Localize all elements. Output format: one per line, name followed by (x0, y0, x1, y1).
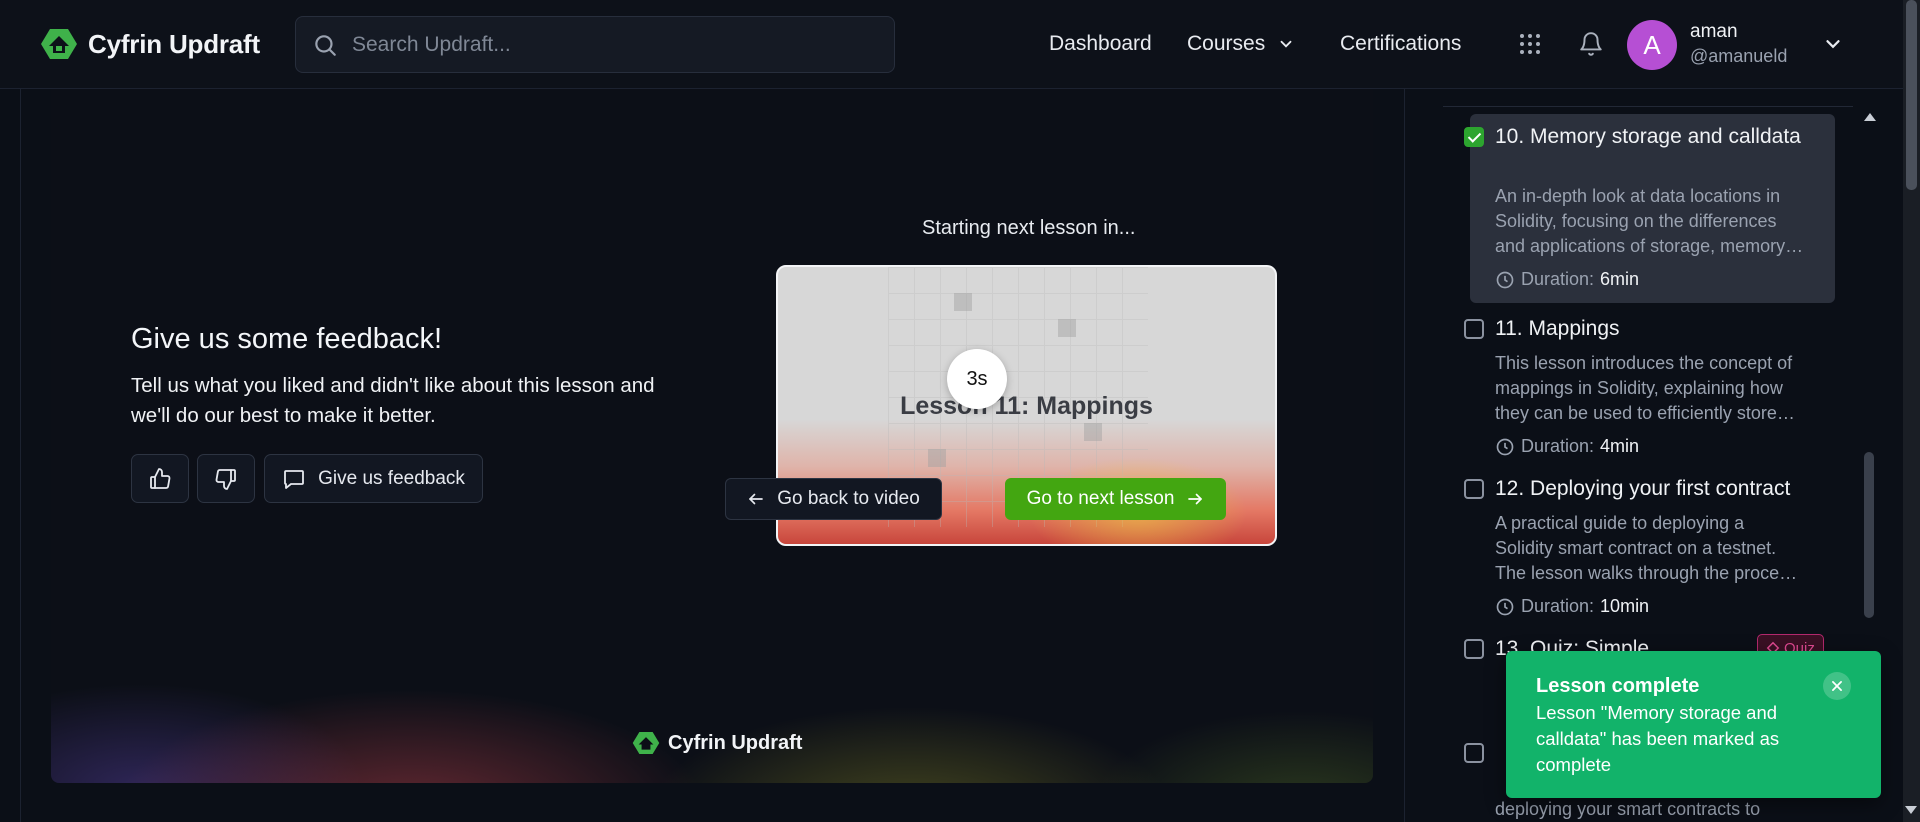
lesson-complete-checkbox[interactable] (1464, 743, 1484, 763)
scroll-down-arrow-icon[interactable] (1905, 806, 1917, 814)
duration-label: Duration: (1521, 596, 1595, 616)
panel-brand-logo: Cyfrin Updraft (632, 730, 802, 756)
go-back-to-video-button[interactable]: Go back to video (725, 478, 942, 520)
toast-close-button[interactable] (1823, 672, 1851, 700)
lesson-description: A practical guide to deploying a Solidit… (1495, 513, 1798, 583)
close-icon (1832, 681, 1842, 691)
user-handle: @amanueld (1690, 46, 1788, 66)
give-feedback-label: Give us feedback (318, 467, 465, 489)
user-avatar[interactable]: A (1627, 20, 1677, 70)
sidebar-divider (1443, 106, 1853, 107)
lesson-complete-toast: Lesson complete Lesson "Memory storage a… (1506, 651, 1881, 798)
cyfrin-logo-icon (41, 29, 77, 59)
apps-grid-icon[interactable] (1518, 32, 1542, 56)
app-logo[interactable]: Cyfrin Updraft (40, 26, 260, 62)
clock-icon (1496, 438, 1514, 455)
thumbnail-square (928, 449, 946, 467)
cyfrin-logo-icon (632, 731, 660, 755)
clock-icon (1496, 271, 1514, 288)
app-name: Cyfrin Updraft (88, 28, 260, 59)
lesson-description: An in-depth look at data locations in So… (1495, 186, 1786, 256)
lesson-complete-checkbox[interactable] (1464, 479, 1484, 499)
lesson-duration: Duration: 4min (1495, 436, 1639, 457)
next-lesson-title: Lesson 11: Mappings (900, 392, 1153, 420)
page-scrollbar-thumb[interactable] (1906, 0, 1917, 190)
lesson-list-item[interactable]: 12. Deploying your first contract A prac… (1464, 471, 1835, 621)
clock-icon (1496, 598, 1514, 615)
search-bar[interactable] (295, 16, 895, 73)
search-icon (315, 34, 336, 56)
toast-title: Lesson complete (1536, 675, 1700, 697)
thumbnail-square (1084, 423, 1102, 441)
lesson-title: 11. Mappings (1495, 317, 1620, 340)
nav-certifications[interactable]: Certifications (1340, 32, 1461, 56)
lesson-title: 10. Memory storage and calldata (1495, 125, 1801, 148)
lesson-description: deploying your smart contracts to (1495, 799, 1761, 819)
scroll-up-arrow-icon[interactable] (1864, 113, 1876, 121)
duration-value: 10min (1600, 596, 1650, 616)
message-icon (284, 469, 304, 489)
thumbs-down-button[interactable] (197, 454, 255, 503)
feedback-description: Tell us what you liked and didn't like a… (131, 374, 655, 427)
chevron-down-icon (1280, 40, 1292, 48)
give-feedback-button[interactable]: Give us feedback (264, 454, 483, 503)
thumbnail-square (1058, 319, 1076, 337)
duration-value: 6min (1600, 269, 1640, 289)
panel-brand-name: Cyfrin Updraft (668, 731, 803, 754)
thumbnail-square (954, 293, 972, 311)
lesson-title: 12. Deploying your first contract (1495, 477, 1791, 500)
toast-message: Lesson "Memory storage and calldata" has… (1536, 702, 1780, 775)
duration-label: Duration: (1521, 436, 1595, 456)
countdown-timer: 3s (947, 349, 1007, 409)
thumbs-up-button[interactable] (131, 454, 189, 503)
lesson-complete-checkbox[interactable] (1464, 319, 1484, 339)
nav-courses[interactable]: Courses (1187, 32, 1295, 56)
nav-dashboard[interactable]: Dashboard (1049, 32, 1152, 56)
nav-courses-label: Courses (1187, 32, 1266, 55)
lesson-complete-checkbox[interactable] (1464, 127, 1484, 147)
arrow-left-icon (749, 493, 764, 505)
lesson-list-item[interactable]: 11. Mappings This lesson introduces the … (1464, 311, 1835, 461)
duration-value: 4min (1600, 436, 1640, 456)
sidebar-scrollbar-thumb[interactable] (1864, 452, 1874, 618)
lesson-duration: Duration: 6min (1495, 269, 1639, 290)
lesson-description: This lesson introduces the concept of ma… (1495, 353, 1793, 423)
lesson-duration: Duration: 10min (1495, 596, 1649, 617)
lesson-list-item[interactable]: 10. Memory storage and calldata An in-de… (1464, 114, 1835, 303)
go-back-label: Go back to video (777, 488, 920, 509)
duration-label: Duration: (1521, 269, 1595, 289)
thumbs-down-icon (215, 468, 236, 490)
user-name: aman (1690, 21, 1738, 42)
search-input[interactable] (352, 32, 872, 57)
top-navbar: Cyfrin Updraft Dashboard Courses Certifi… (0, 0, 1920, 89)
go-to-next-lesson-button[interactable]: Go to next lesson (1005, 478, 1226, 520)
thumbs-up-icon (150, 467, 171, 489)
go-next-label: Go to next lesson (1026, 488, 1175, 509)
lesson-complete-checkbox[interactable] (1464, 639, 1484, 659)
next-lesson-caption: Starting next lesson in... (922, 217, 1136, 239)
feedback-title: Give us some feedback! (131, 323, 443, 355)
notification-bell-icon[interactable] (1578, 31, 1604, 57)
user-menu-chevron-icon[interactable] (1822, 33, 1844, 55)
lesson-end-panel: Give us some feedback! Tell us what you … (51, 89, 1373, 783)
arrow-right-icon (1188, 493, 1203, 505)
